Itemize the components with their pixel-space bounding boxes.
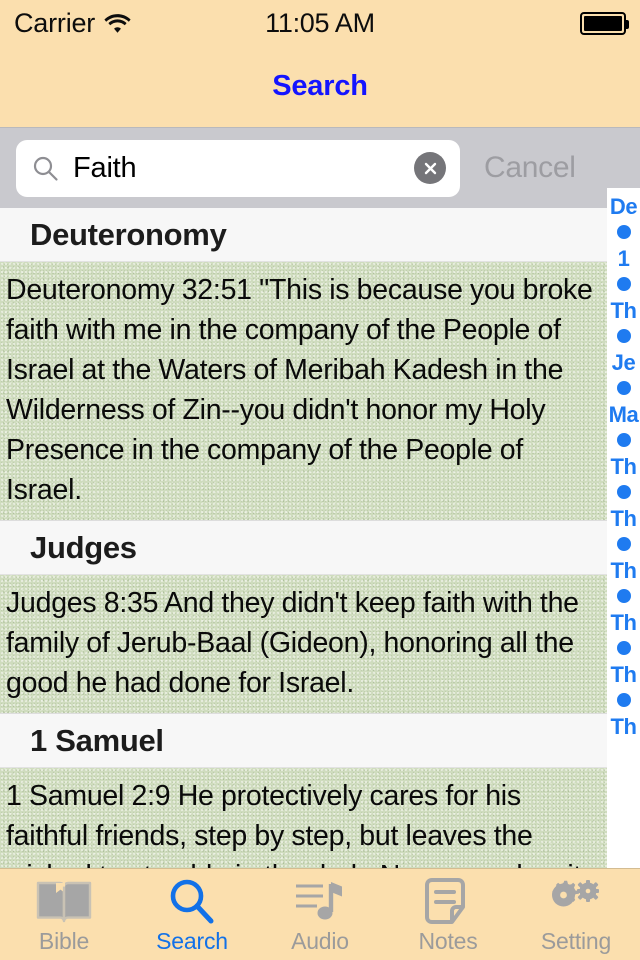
section-index-entry[interactable]: Ma (609, 402, 639, 427)
bullet-dot-icon[interactable] (616, 277, 631, 291)
section-index-entry[interactable]: Th (610, 506, 636, 531)
bullet-dot-icon[interactable] (616, 641, 631, 655)
section-header: Judges (0, 521, 640, 575)
tab-setting[interactable]: Setting (512, 869, 640, 960)
verse-text: 1 Samuel 2:9 He protectively cares for h… (6, 780, 581, 868)
bullet-dot-icon[interactable] (616, 537, 631, 551)
bullet-dot-icon[interactable] (616, 225, 631, 239)
navigation-bar: Search (0, 46, 640, 128)
search-results-list[interactable]: Deuteronomy Deuteronomy 32:51 "This is b… (0, 208, 640, 868)
section-index-entry[interactable]: Th (610, 298, 636, 323)
tab-search[interactable]: Search (128, 869, 256, 960)
bullet-dot-icon[interactable] (616, 693, 631, 707)
verse-result-row[interactable]: Judges 8:35 And they didn't keep faith w… (0, 575, 607, 714)
tab-bible[interactable]: Bible (0, 869, 128, 960)
section-index-entry[interactable]: De (610, 194, 638, 219)
tab-label: Search (156, 928, 228, 954)
carrier-label: Carrier (14, 7, 96, 38)
section-index-entry[interactable]: Th (610, 558, 636, 583)
section-header: Deuteronomy (0, 208, 640, 262)
status-bar-right (580, 11, 629, 35)
bullet-dot-icon[interactable] (616, 433, 631, 447)
battery-full-icon (580, 11, 629, 35)
gear-icon (547, 877, 605, 927)
tab-notes[interactable]: Notes (384, 869, 512, 960)
bullet-dot-icon[interactable] (616, 381, 631, 395)
clear-search-button[interactable] (414, 152, 446, 184)
section-index-entry[interactable]: Je (612, 350, 636, 375)
wifi-icon (104, 12, 131, 34)
note-icon (424, 877, 472, 927)
search-icon (32, 155, 59, 182)
music-note-icon (293, 877, 347, 927)
status-bar-left: Carrier (14, 8, 131, 39)
tab-label: Notes (418, 928, 478, 954)
book-icon (35, 877, 93, 927)
status-bar: Carrier 11:05 AM (0, 0, 640, 46)
search-icon (166, 877, 218, 927)
tab-bar: Bible Search Audio Notes Setting (0, 868, 640, 960)
verse-text: Deuteronomy 32:51 "This is because you b… (6, 274, 601, 506)
cancel-button[interactable]: Cancel (484, 151, 576, 185)
section-header-title: Judges (30, 529, 137, 565)
search-bar: Faith Cancel (0, 128, 640, 208)
bullet-dot-icon[interactable] (616, 589, 631, 603)
verse-result-row[interactable]: 1 Samuel 2:9 He protectively cares for h… (0, 768, 607, 868)
search-input[interactable]: Faith (16, 139, 460, 197)
section-header-title: 1 Samuel (30, 722, 164, 758)
section-index-entry[interactable]: Th (610, 610, 636, 635)
section-index-entry[interactable]: Th (610, 662, 636, 687)
tab-label: Setting (540, 928, 612, 954)
verse-result-row[interactable]: Deuteronomy 32:51 "This is because you b… (0, 262, 607, 521)
section-index-entry[interactable]: Th (610, 454, 636, 479)
section-index-entry[interactable]: Th (610, 714, 636, 739)
section-index-entry[interactable]: 1 (618, 246, 630, 271)
section-header: 1 Samuel (0, 714, 640, 768)
search-input-value: Faith (73, 151, 137, 184)
section-header-title: Deuteronomy (30, 216, 227, 252)
verse-text: Judges 8:35 And they didn't keep faith w… (6, 587, 587, 699)
tab-audio[interactable]: Audio (256, 869, 384, 960)
bullet-dot-icon[interactable] (616, 329, 631, 343)
tab-label: Bible (38, 928, 90, 954)
bullet-dot-icon[interactable] (616, 485, 631, 499)
page-title: Search (272, 70, 368, 102)
section-index-strip[interactable]: De 1 Th Je Ma Th Th Th Th Th Th (607, 188, 640, 868)
tab-label: Audio (291, 928, 349, 954)
